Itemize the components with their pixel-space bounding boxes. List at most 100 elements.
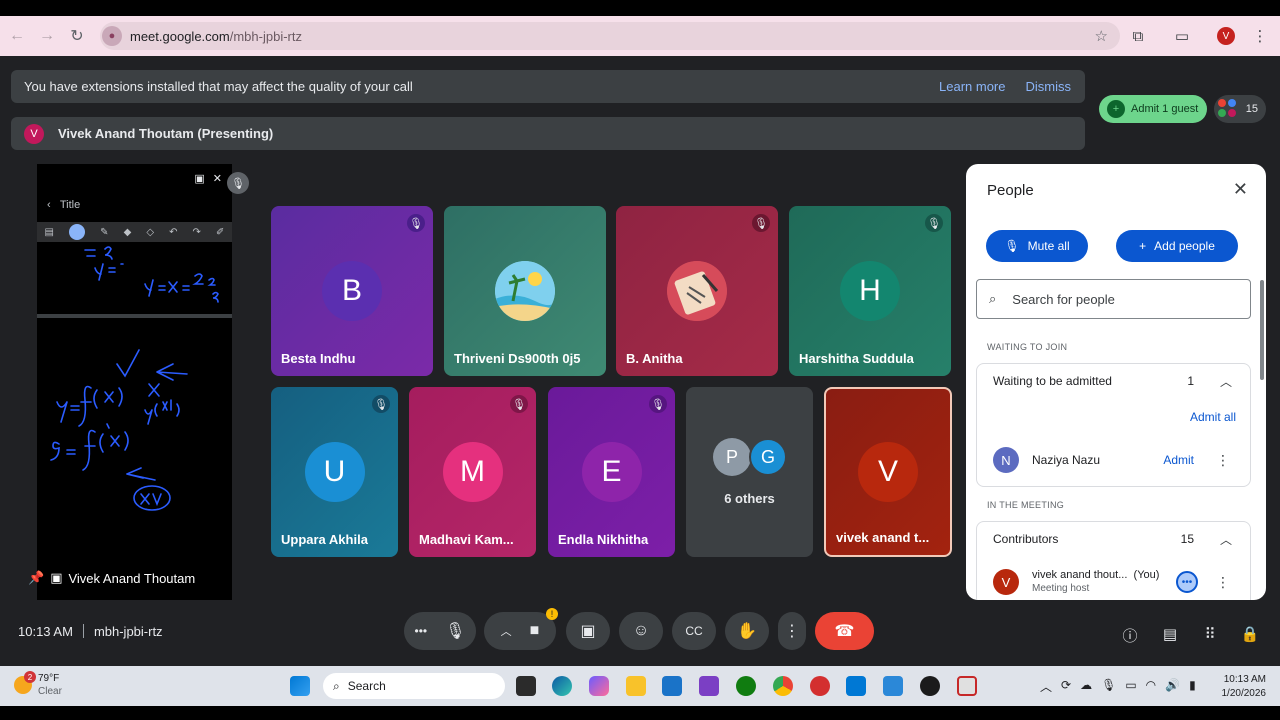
wifi-icon[interactable]: ◠ <box>1146 678 1156 695</box>
participant-name: Besta Indhu <box>281 351 356 366</box>
store-icon[interactable] <box>662 676 682 696</box>
more-options-button[interactable]: ⋮ <box>778 612 806 650</box>
sync-icon[interactable]: ⟳ <box>1061 678 1071 695</box>
waiting-header[interactable]: Waiting to be admitted 1 ︿ <box>977 364 1250 398</box>
bookmark-star-icon[interactable]: ☆ <box>1095 27 1108 45</box>
participant-tile[interactable]: 🎙 B Besta Indhu <box>271 206 433 376</box>
more-options-icon[interactable]: ⋮ <box>1216 574 1230 591</box>
app-icon[interactable] <box>810 676 830 696</box>
vscode-icon[interactable] <box>846 676 866 696</box>
more-audio-icon[interactable]: ••• <box>415 624 428 638</box>
back-icon[interactable]: ← <box>2 27 32 45</box>
screen-bottom-edge <box>0 706 1280 720</box>
activities-icon[interactable]: ⠿ <box>1200 625 1220 643</box>
participant-tile[interactable]: 🎙 E Endla Nikhitha <box>548 387 675 557</box>
presenter-label: 📌 ▣ Vivek Anand Thoutam <box>28 570 195 586</box>
add-people-button[interactable]: + Add people <box>1116 230 1238 262</box>
participant-avatar: B <box>322 261 382 321</box>
raise-hand-button[interactable]: ✋ <box>725 612 769 650</box>
more-options-icon[interactable]: ⋮ <box>1216 452 1230 469</box>
chevron-up-icon[interactable]: ︿ <box>1220 531 1232 548</box>
reload-icon[interactable]: ↻ <box>62 26 92 46</box>
present-screen-icon: ▣ <box>580 623 596 640</box>
extensions-icon[interactable]: ⧉ <box>1116 28 1160 45</box>
taskbar-clock[interactable]: 10:13 AM 1/20/2026 <box>1222 673 1267 701</box>
chat-icon[interactable]: ▤ <box>1160 625 1180 643</box>
snipping-tool-icon[interactable] <box>957 676 977 696</box>
profile-avatar[interactable]: V <box>1217 27 1235 45</box>
edge-icon[interactable] <box>552 676 572 696</box>
self-tile[interactable]: V vivek anand t... <box>824 387 952 557</box>
chevron-up-icon[interactable]: ︿ <box>1040 678 1052 695</box>
close-icon[interactable]: ✕ <box>1233 179 1248 200</box>
meeting-time: 10:13 AM <box>18 624 73 639</box>
contributors-header[interactable]: Contributors 15 ︿ <box>977 522 1250 556</box>
info-icon[interactable]: ⓘ <box>1120 625 1140 646</box>
panel-scrollbar[interactable] <box>1260 280 1264 380</box>
mic-tray-icon[interactable]: 🎙 <box>1101 678 1116 695</box>
chevron-up-icon[interactable]: ︿ <box>501 623 512 639</box>
present-button[interactable]: ▣ <box>566 612 610 650</box>
others-tile[interactable]: P G 6 others <box>686 387 813 557</box>
leave-call-button[interactable]: ☎ <box>815 612 874 650</box>
admit-guest-button[interactable]: + Admit 1 guest <box>1099 95 1207 123</box>
participant-tile[interactable]: 🎙 B. Anitha <box>616 206 778 376</box>
muted-icon: 🎙 <box>372 395 390 413</box>
participant-count-chip[interactable]: 15 <box>1214 95 1266 123</box>
volume-icon[interactable]: 🔊 <box>1165 678 1180 695</box>
media-player-icon[interactable] <box>920 676 940 696</box>
address-bar[interactable]: ● meet.google.com/mbh-jpbi-rtz ☆ <box>100 22 1120 50</box>
camera-icon[interactable]: ■ <box>530 622 540 640</box>
participant-tile[interactable]: Thriveni Ds900th 0j5 <box>444 206 606 376</box>
waiting-person-row: N Naziya Nazu Admit ⋮ <box>977 438 1250 482</box>
meeting-section-heading: IN THE MEETING <box>987 500 1065 510</box>
reactions-button[interactable]: ☺ <box>619 612 663 650</box>
people-panel: People ✕ 🎙 Mute all + Add people ⌕ Searc… <box>966 164 1266 600</box>
cloud-icon[interactable]: ☁ <box>1080 678 1092 695</box>
photos-icon[interactable] <box>883 676 903 696</box>
waiting-person-name: Naziya Nazu <box>1032 453 1101 467</box>
search-input[interactable]: ⌕ Search for people <box>976 279 1251 319</box>
windows-start-icon[interactable] <box>290 676 310 696</box>
weather-widget[interactable]: 2 79°F Clear <box>14 671 62 698</box>
cast-icon[interactable]: ▭ <box>1160 27 1204 45</box>
forward-icon[interactable]: → <box>32 27 62 45</box>
host-avatar: V <box>993 569 1019 595</box>
host-controls-icon[interactable]: 🔒 <box>1240 625 1260 643</box>
learn-more-link[interactable]: Learn more <box>939 79 1005 94</box>
xbox-icon[interactable] <box>736 676 756 696</box>
admit-all-link[interactable]: Admit all <box>1190 410 1236 424</box>
chevron-up-icon[interactable]: ︿ <box>1220 373 1232 390</box>
others-avatar: G <box>749 438 787 476</box>
presenter-name: Vivek Anand Thoutam <box>68 570 196 586</box>
more-vert-icon: ⋮ <box>784 623 800 640</box>
mute-all-button[interactable]: 🎙 Mute all <box>986 230 1088 262</box>
participant-tile[interactable]: 🎙 U Uppara Akhila <box>271 387 398 557</box>
copilot-icon[interactable] <box>589 676 609 696</box>
weather-condition: Clear <box>38 686 62 697</box>
mic-icon[interactable]: 🎙 <box>445 621 465 641</box>
others-label: 6 others <box>724 491 775 506</box>
end-call-icon: ☎ <box>834 623 855 640</box>
pin-icon[interactable]: 📌 <box>28 570 44 586</box>
participant-tile[interactable]: 🎙 H Harshitha Suddula <box>789 206 951 376</box>
admit-button[interactable]: Admit <box>1163 453 1194 467</box>
browser-menu-icon[interactable]: ⋮ <box>1248 27 1272 45</box>
chrome-icon[interactable] <box>773 676 793 696</box>
extensions-warning-banner: You have extensions installed that may a… <box>11 70 1085 103</box>
mic-site-icon[interactable]: ● <box>102 26 122 46</box>
participant-name: Madhavi Kam... <box>419 532 514 547</box>
file-explorer-icon[interactable] <box>626 676 646 696</box>
display-icon[interactable]: ▭ <box>1125 678 1136 695</box>
people-title: People <box>987 182 1034 199</box>
battery-icon[interactable]: ▮ <box>1189 678 1196 695</box>
emoji-icon: ☺ <box>632 622 650 639</box>
participant-name: Endla Nikhitha <box>558 532 649 547</box>
participant-tile[interactable]: 🎙 M Madhavi Kam... <box>409 387 536 557</box>
captions-button[interactable]: CC <box>672 612 716 650</box>
presentation-view[interactable]: ▣ ✕ 🎙 ‹ Title ▤ ✎ ◆ ◇ ↶ ↷ ✐ <box>37 164 249 600</box>
task-view-icon[interactable] <box>516 676 536 696</box>
app-icon[interactable] <box>699 676 719 696</box>
taskbar-search[interactable]: ⌕ Search <box>323 673 505 699</box>
dismiss-link[interactable]: Dismiss <box>1026 79 1072 94</box>
